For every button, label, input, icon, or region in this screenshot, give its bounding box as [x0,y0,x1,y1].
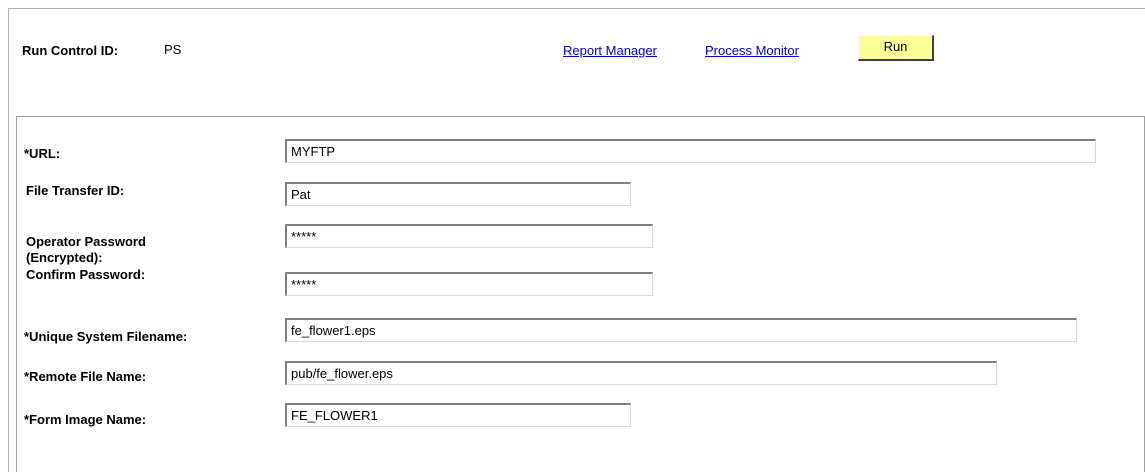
process-monitor-link[interactable]: Process Monitor [705,43,799,58]
operator-password-label-line2: (Encrypted): [26,250,103,265]
run-button[interactable]: Run [858,35,934,61]
form-image-name-label: *Form Image Name: [24,412,147,427]
confirm-password-input[interactable]: ***** [285,272,653,296]
remote-file-name-input[interactable]: pub/fe_flower.eps [285,361,997,385]
operator-password-label-line1: Operator Password [26,234,146,249]
url-input[interactable]: MYFTP [285,139,1096,163]
file-transfer-id-input[interactable]: Pat [285,182,631,206]
run-control-id-value: PS [164,42,182,57]
unique-system-filename-input[interactable]: fe_flower1.eps [285,318,1077,342]
confirm-password-label: Confirm Password: [26,267,146,282]
unique-system-filename-label: *Unique System Filename: [24,329,188,344]
form-image-name-input[interactable]: FE_FLOWER1 [285,403,631,427]
run-control-id-label: Run Control ID: [22,43,119,58]
operator-password-input[interactable]: ***** [285,224,653,248]
remote-file-name-label: *Remote File Name: [24,369,147,384]
run-control-page: Run Control ID: PS Report Manager Proces… [0,0,1145,472]
report-manager-link[interactable]: Report Manager [563,43,657,58]
url-label: *URL: [24,146,61,161]
file-transfer-id-label: File Transfer ID: [26,183,125,198]
